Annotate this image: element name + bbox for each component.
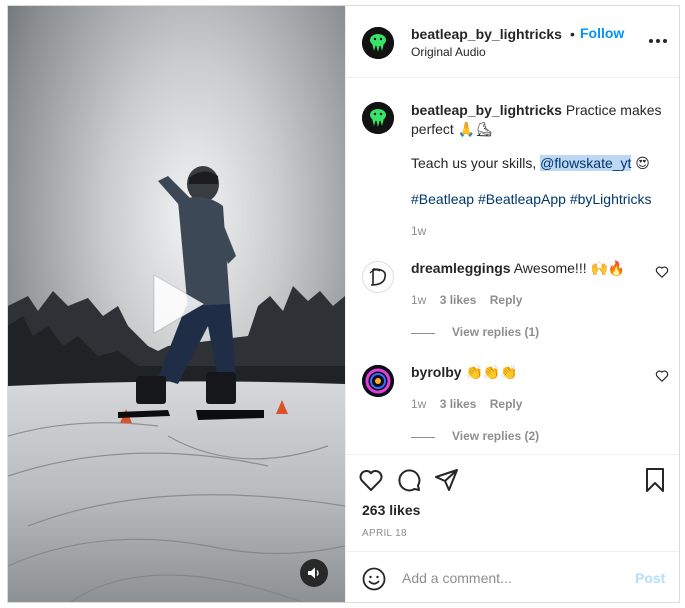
hashtags: #Beatleap #BeatleapApp #byLightricks <box>411 191 652 207</box>
avatar[interactable] <box>362 365 394 397</box>
comment-likes[interactable]: 3 likes <box>440 293 477 307</box>
share-icon[interactable] <box>434 467 460 493</box>
hashtag-link[interactable]: #byLightricks <box>570 191 652 207</box>
follow-button[interactable]: Follow <box>580 25 624 41</box>
post-date: APRIL 18 <box>362 528 407 539</box>
post-sidebar: beatleap_by_lightricks • Follow Original… <box>345 6 679 602</box>
hashtag-link[interactable]: #Beatleap <box>411 191 474 207</box>
comment-item: byrolby 👏👏👏 1w 3 likes Reply View replie… <box>346 363 679 454</box>
comments-panel[interactable]: beatleap_by_lightricks Practice makes pe… <box>346 79 679 454</box>
lightricks-logo-icon <box>362 27 394 59</box>
comment-timestamp[interactable]: 1w <box>411 293 426 307</box>
avatar[interactable] <box>362 27 394 59</box>
more-options-icon[interactable] <box>649 39 667 45</box>
avatar[interactable] <box>362 261 394 293</box>
post-video[interactable] <box>8 6 345 602</box>
header-username[interactable]: beatleap_by_lightricks <box>411 26 562 42</box>
comment-text: byrolby 👏👏👏 <box>411 364 518 381</box>
heart-icon[interactable] <box>655 265 669 279</box>
comment-timestamp[interactable]: 1w <box>411 397 426 411</box>
dreamleggings-logo-icon <box>363 262 393 292</box>
caption-timestamp[interactable]: 1w <box>411 224 426 238</box>
comment-meta: 1w 3 likes Reply <box>411 397 532 411</box>
volume-toggle-button[interactable] <box>300 559 328 587</box>
comment-text: dreamleggings Awesome!!! 🙌🔥 <box>411 260 625 277</box>
lightricks-logo-icon <box>362 102 394 134</box>
comment-icon[interactable] <box>396 467 422 493</box>
post-actions: 263 likes APRIL 18 <box>346 454 679 551</box>
caption-line-2-suffix: 😍 <box>631 155 650 171</box>
volume-icon <box>308 567 319 579</box>
comment-input[interactable] <box>402 566 622 590</box>
audio-link[interactable]: Original Audio <box>411 45 486 59</box>
bookmark-icon[interactable] <box>642 467 668 493</box>
caption-username[interactable]: beatleap_by_lightricks <box>411 102 562 118</box>
view-replies-line <box>411 333 435 334</box>
emoji-icon[interactable] <box>362 567 386 591</box>
caption-line-2: Teach us your skills, @flowskate_yt 😍 <box>411 155 650 172</box>
likes-count[interactable]: 263 likes <box>362 502 420 518</box>
comment-username[interactable]: byrolby <box>411 364 462 380</box>
byrolby-logo-icon <box>362 365 394 397</box>
comment-meta: 1w 3 likes Reply <box>411 293 532 307</box>
comment-item: dreamleggings Awesome!!! 🙌🔥 1w 3 likes R… <box>346 259 679 363</box>
comment-body: Awesome!!! 🙌🔥 <box>513 260 626 276</box>
hashtag-link[interactable]: #BeatleapApp <box>478 191 566 207</box>
post-header: beatleap_by_lightricks • Follow Original… <box>346 6 679 78</box>
comment-body: 👏👏👏 <box>465 364 518 380</box>
post-dialog: beatleap_by_lightricks • Follow Original… <box>7 5 680 603</box>
heart-icon[interactable] <box>358 467 384 493</box>
add-comment-bar: Post <box>346 551 679 602</box>
view-replies-button[interactable]: View replies (2) <box>452 429 539 443</box>
comment-likes[interactable]: 3 likes <box>440 397 477 411</box>
reply-button[interactable]: Reply <box>490 293 523 307</box>
reply-button[interactable]: Reply <box>490 397 523 411</box>
view-replies-line <box>411 437 435 438</box>
mention-link[interactable]: @flowskate_yt <box>540 155 632 171</box>
comment-username[interactable]: dreamleggings <box>411 260 511 276</box>
heart-icon[interactable] <box>655 369 669 383</box>
caption-text: beatleap_by_lightricks Practice makes pe… <box>411 101 673 139</box>
post-comment-button[interactable]: Post <box>635 570 665 586</box>
avatar[interactable] <box>362 102 394 134</box>
view-replies-button[interactable]: View replies (1) <box>452 325 539 339</box>
separator-dot: • <box>570 26 575 42</box>
play-icon[interactable] <box>140 269 210 339</box>
caption-line-2-prefix: Teach us your skills, <box>411 155 541 171</box>
